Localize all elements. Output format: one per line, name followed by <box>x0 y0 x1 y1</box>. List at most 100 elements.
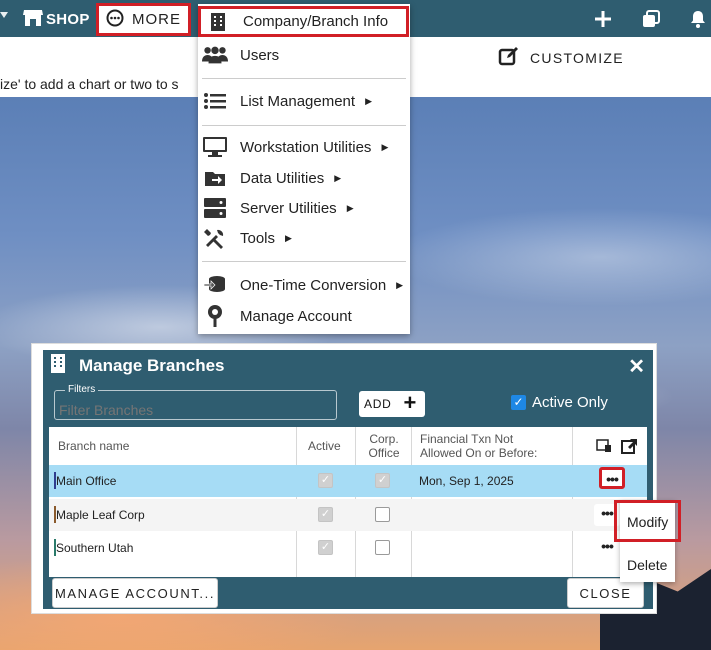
conversion-icon <box>202 273 228 297</box>
menu-item-server-utilities[interactable]: Server Utilities ▶ <box>198 194 410 222</box>
tools-icon <box>202 226 228 250</box>
header-label: Allowed On or Before: <box>420 446 538 460</box>
column-header-financial-txn[interactable]: Financial Txn Not Allowed On or Before: <box>420 427 537 465</box>
table-row[interactable]: Maple Leaf Corp ✓ ••• <box>49 499 647 531</box>
submenu-arrow-icon: ▶ <box>365 95 372 106</box>
add-branch-button[interactable]: ADD + <box>359 391 425 417</box>
plus-icon[interactable] <box>590 6 616 32</box>
customize-label: CUSTOMIZE <box>530 49 624 66</box>
header-label: Active <box>308 439 341 453</box>
close-icon[interactable]: ✕ <box>628 354 645 379</box>
branch-name-cell: Southern Utah <box>56 541 134 555</box>
manage-account-button[interactable]: MANAGE ACCOUNT... <box>52 578 218 608</box>
column-header-branch-name[interactable]: Branch name <box>58 427 129 465</box>
submenu-arrow-icon: ▶ <box>334 172 342 183</box>
menu-item-users[interactable]: Users <box>198 41 410 69</box>
close-label: CLOSE <box>579 585 632 601</box>
account-icon <box>202 304 228 328</box>
list-icon <box>202 89 228 113</box>
submenu-arrow-icon: ▶ <box>381 141 389 152</box>
branches-table: Branch name Active Corp. Office Financia… <box>49 427 647 577</box>
menu-item-workstation-utilities[interactable]: Workstation Utilities ▶ <box>198 133 410 161</box>
menu-separator <box>202 261 406 262</box>
menu-item-label: Tools <box>240 229 276 247</box>
menu-item-label: List Management <box>240 92 356 110</box>
manage-account-label: MANAGE ACCOUNT... <box>54 585 216 601</box>
financial-date-cell: Mon, Sep 1, 2025 <box>419 474 514 488</box>
menu-item-label: Company/Branch Info <box>243 13 389 30</box>
export-icon[interactable] <box>621 427 638 465</box>
dialog-title: Manage Branches <box>79 355 225 375</box>
column-settings-icon[interactable] <box>596 427 612 465</box>
menu-separator <box>202 78 406 79</box>
active-only-toggle[interactable]: ✓ Active Only <box>511 394 608 411</box>
menu-item-manage-account[interactable]: Manage Account <box>198 302 410 330</box>
monitor-icon <box>202 135 228 159</box>
add-label: ADD <box>364 397 392 411</box>
table-row[interactable]: Southern Utah ✓ ••• <box>49 532 647 564</box>
manage-branches-dialog: Manage Branches ✕ Filters ADD + ✓ Active… <box>31 343 657 614</box>
menu-item-data-utilities[interactable]: Data Utilities ▶ <box>198 164 410 192</box>
more-label: MORE <box>132 11 181 28</box>
bell-icon[interactable] <box>685 6 711 32</box>
filter-box: Filters <box>54 384 337 420</box>
menu-item-tools[interactable]: Tools ▶ <box>198 224 410 252</box>
menu-item-label: Workstation Utilities <box>240 138 372 156</box>
menu-item-label: Server Utilities <box>240 199 337 217</box>
corp-office-checkbox <box>375 540 390 555</box>
building-icon <box>205 10 231 34</box>
menu-item-label: Manage Account <box>240 307 352 325</box>
copy-icon[interactable] <box>638 6 664 32</box>
close-button[interactable]: CLOSE <box>567 578 644 608</box>
menu-item-label: Data Utilities <box>240 169 325 187</box>
column-header-corp-office[interactable]: Corp. Office <box>361 427 407 465</box>
active-checkbox: ✓ <box>318 540 333 555</box>
row-actions-button[interactable]: ••• <box>599 467 625 489</box>
shop-icon <box>22 7 44 31</box>
shop-label: SHOP <box>46 10 90 28</box>
folder-arrow-icon <box>202 166 228 190</box>
column-header-active[interactable]: Active <box>308 427 341 465</box>
modify-menu-item[interactable]: Modify <box>614 500 681 542</box>
table-row[interactable]: Main Office ✓ ✓ Mon, Sep 1, 2025 ••• <box>49 465 647 497</box>
menu-item-one-time-conversion[interactable]: One-Time Conversion ▶ <box>198 271 410 299</box>
filters-label: Filters <box>65 384 99 395</box>
more-circle-icon <box>106 9 124 31</box>
customize-button[interactable]: CUSTOMIZE <box>498 45 624 70</box>
menu-separator <box>202 125 406 126</box>
corp-office-checkbox <box>375 507 390 522</box>
corp-office-checkbox: ✓ <box>375 473 390 488</box>
active-checkbox: ✓ <box>318 507 333 522</box>
row-context-menu: Modify Delete <box>614 500 681 582</box>
submenu-arrow-icon: ▶ <box>346 202 354 213</box>
header-label: Office <box>368 446 400 460</box>
dialog-body: Filters ADD + ✓ Active Only Branch name … <box>43 381 653 609</box>
header-label: Corp. <box>369 432 399 446</box>
plus-icon: + <box>403 390 417 415</box>
more-dropdown-menu: Company/Branch Info Users List Managemen… <box>198 4 410 334</box>
filter-branches-input[interactable] <box>59 402 329 418</box>
submenu-arrow-icon: ▶ <box>396 279 404 290</box>
shop-button[interactable]: SHOP <box>22 8 90 30</box>
menu-item-label: Users <box>240 46 280 64</box>
edit-icon <box>498 45 520 70</box>
dialog-header: Manage Branches ✕ <box>43 350 653 381</box>
more-button[interactable]: MORE <box>96 3 191 36</box>
header-label: Financial Txn Not <box>420 432 514 446</box>
building-icon <box>51 353 65 378</box>
active-only-label: Active Only <box>532 394 608 411</box>
active-only-checkbox[interactable]: ✓ <box>511 395 526 410</box>
menu-item-company-branch-info[interactable]: Company/Branch Info <box>198 6 409 37</box>
delete-menu-item[interactable]: Delete <box>620 557 680 573</box>
caret-icon[interactable] <box>0 12 8 18</box>
menu-item-label: One-Time Conversion <box>240 276 387 294</box>
server-icon <box>202 196 228 220</box>
branch-name-cell: Maple Leaf Corp <box>56 508 145 522</box>
header-label: Branch name <box>58 439 130 453</box>
branch-name-cell: Main Office <box>56 474 117 488</box>
users-icon <box>202 43 228 67</box>
submenu-arrow-icon: ▶ <box>285 232 292 243</box>
active-checkbox: ✓ <box>318 473 333 488</box>
menu-item-list-management[interactable]: List Management ▶ <box>198 87 410 115</box>
hint-text-start: ize' to add a chart or two to s <box>0 76 179 92</box>
